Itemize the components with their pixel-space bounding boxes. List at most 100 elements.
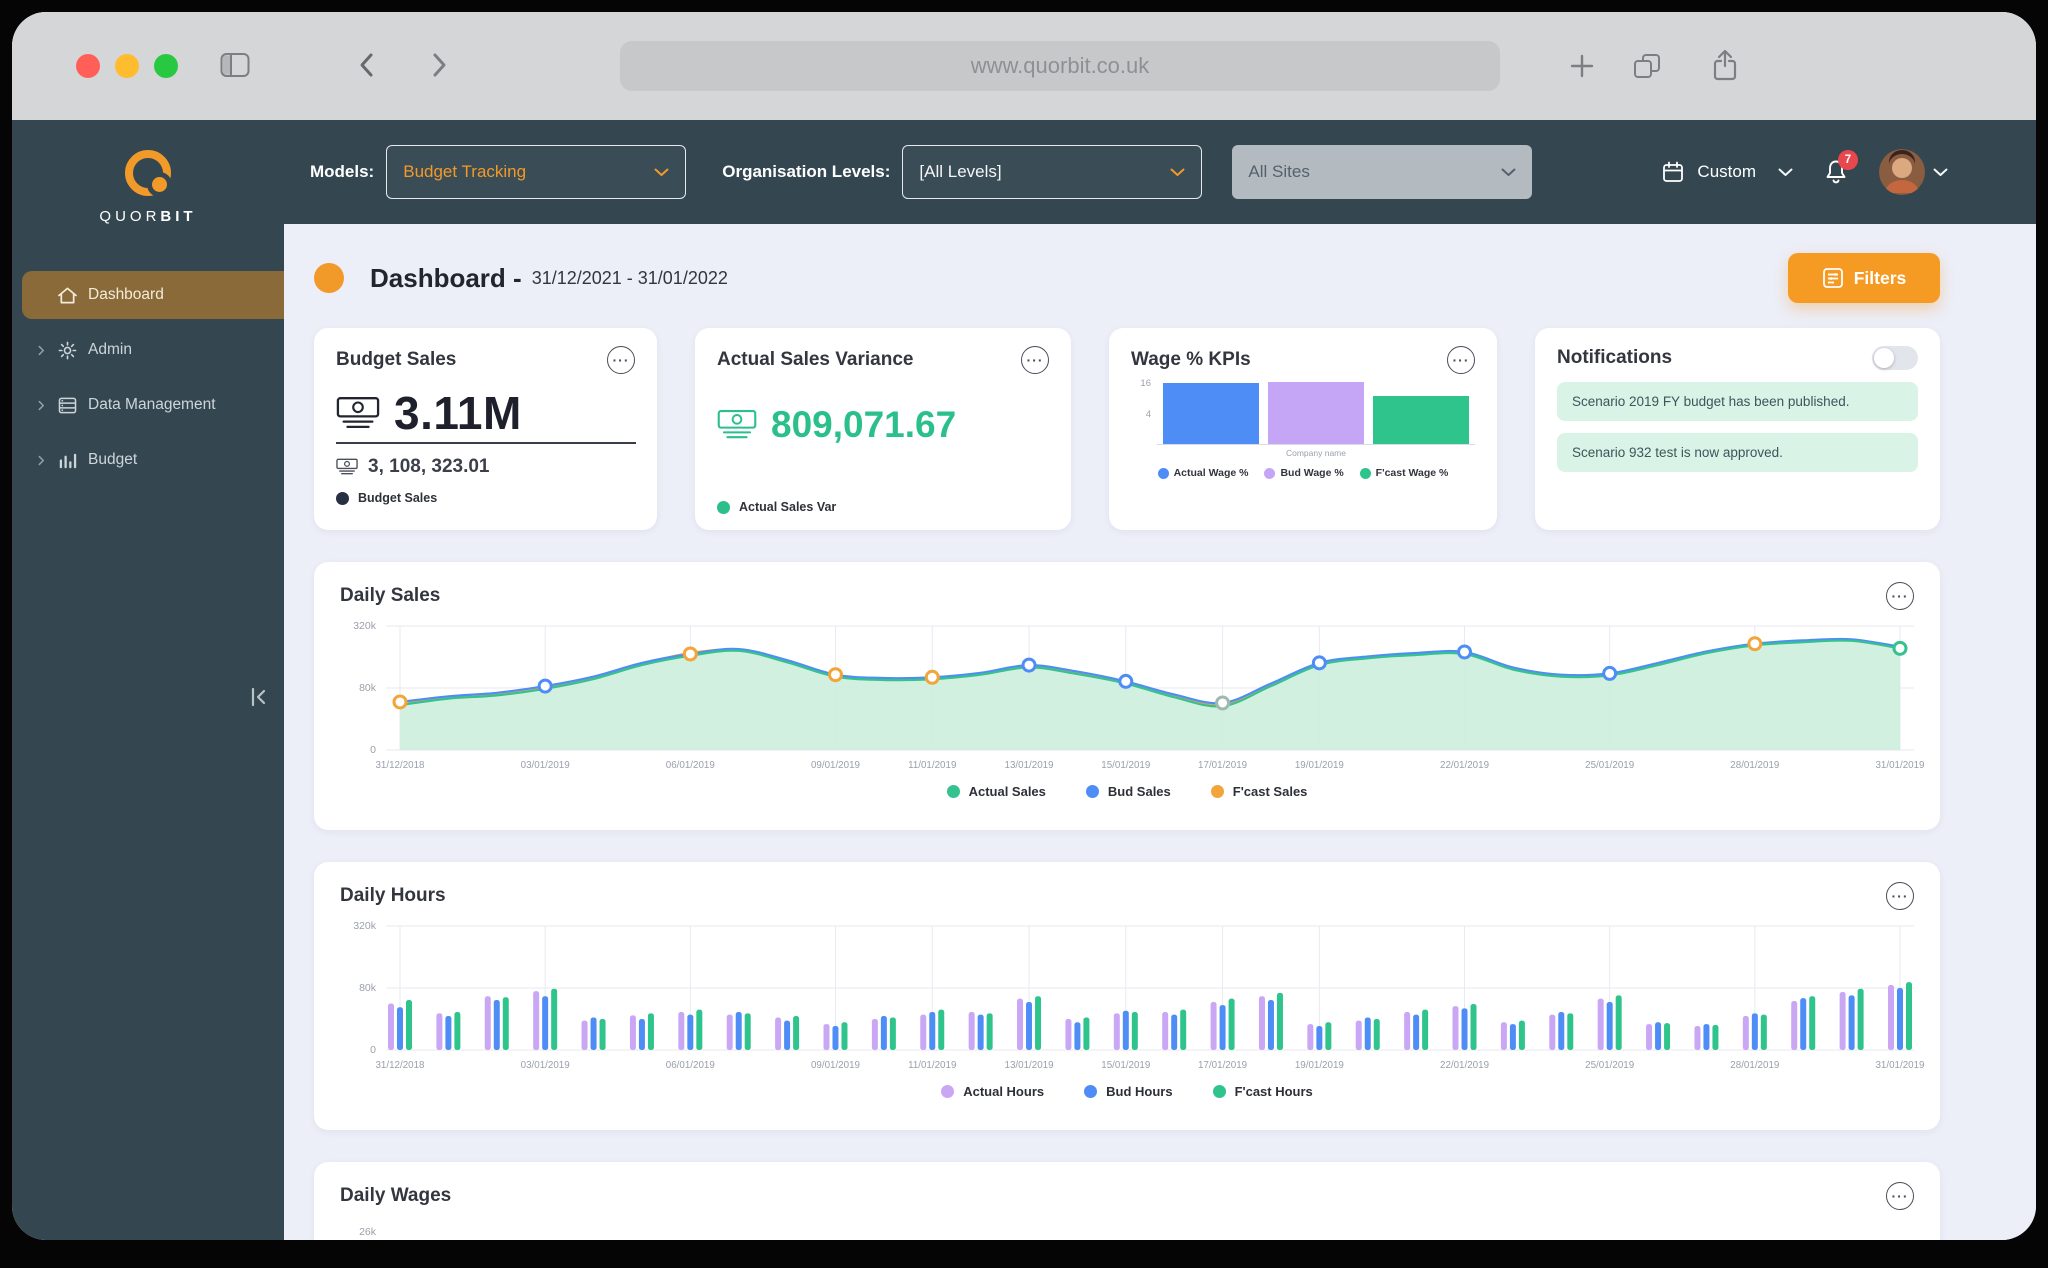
date-range-label: Custom bbox=[1697, 162, 1756, 182]
sites-select[interactable]: All Sites bbox=[1232, 145, 1532, 199]
legend-dot bbox=[1084, 1085, 1097, 1098]
close-window-button[interactable] bbox=[76, 54, 100, 78]
card-menu-icon[interactable]: ··· bbox=[1886, 582, 1914, 610]
card-menu-icon[interactable]: ··· bbox=[1447, 346, 1475, 374]
card-menu-icon[interactable]: ··· bbox=[1886, 1182, 1914, 1210]
card-menu-icon[interactable]: ··· bbox=[1886, 882, 1914, 910]
wage-bars bbox=[1157, 382, 1475, 445]
share-icon[interactable] bbox=[1712, 48, 1738, 87]
budget-sales-value: 3.11M bbox=[394, 386, 522, 440]
daily-sales-card: Daily Sales ··· 320k80k0 31/12/201803/01… bbox=[314, 562, 1940, 830]
gear-icon bbox=[56, 341, 78, 360]
org-levels-select[interactable]: [All Levels] bbox=[902, 145, 1202, 199]
legend-dot bbox=[336, 492, 349, 505]
wage-bar bbox=[1163, 383, 1259, 444]
sidebar-item-label: Admin bbox=[88, 341, 132, 359]
daily-hours-card: Daily Hours ··· 320k80k0 31/12/201803/01… bbox=[314, 862, 1940, 1130]
legend-dot bbox=[947, 785, 960, 798]
collapse-sidebar-icon[interactable] bbox=[248, 686, 270, 713]
divider bbox=[336, 442, 636, 444]
legend-label: F'cast Hours bbox=[1235, 1084, 1313, 1099]
legend-label: Budget Sales bbox=[358, 491, 437, 505]
legend-label: Bud Hours bbox=[1106, 1084, 1172, 1099]
dashboard-content: Dashboard - 31/12/2021 - 31/01/2022 Filt… bbox=[284, 224, 2036, 1240]
notification-item: Scenario 2019 FY budget has been publish… bbox=[1557, 382, 1918, 421]
sidebar-item-label: Dashboard bbox=[88, 286, 164, 304]
daily-sales-legend: Actual Sales Bud Sales F'cast Sales bbox=[340, 784, 1914, 799]
sidebar-item-dashboard[interactable]: Dashboard bbox=[22, 271, 284, 319]
money-stack-icon bbox=[336, 396, 380, 431]
sidebar-item-label: Data Management bbox=[88, 396, 216, 414]
card-menu-icon[interactable]: ··· bbox=[607, 346, 635, 374]
chevron-down-icon bbox=[1933, 168, 1948, 177]
budget-sales-detail: 3, 108, 323.01 bbox=[368, 456, 490, 478]
page-title: Dashboard - bbox=[370, 263, 522, 294]
models-select[interactable]: Budget Tracking bbox=[386, 145, 686, 199]
variance-value: 809,071.67 bbox=[771, 404, 956, 446]
wage-kpis-card: Wage % KPIs ··· 164 Company name Actual … bbox=[1109, 328, 1497, 530]
card-menu-icon[interactable]: ··· bbox=[1021, 346, 1049, 374]
legend-dot bbox=[1211, 785, 1224, 798]
user-menu[interactable] bbox=[1879, 149, 1948, 195]
page-date-range: 31/12/2021 - 31/01/2022 bbox=[532, 268, 728, 289]
legend-dot bbox=[941, 1085, 954, 1098]
legend-label: Actual Sales bbox=[969, 784, 1046, 799]
card-title: Daily Wages bbox=[340, 1185, 451, 1207]
card-title: Wage % KPIs bbox=[1131, 349, 1251, 371]
actual-sales-variance-card: Actual Sales Variance ··· 809,071.67 Act… bbox=[695, 328, 1071, 530]
zoom-window-button[interactable] bbox=[154, 54, 178, 78]
budget-sales-card: Budget Sales ··· 3.11M bbox=[314, 328, 657, 530]
sidebar: QUORBIT Dashboard Admin bbox=[12, 120, 284, 1240]
daily-wages-card: Daily Wages ··· 26k bbox=[314, 1162, 1940, 1240]
y-axis-labels: 320k80k0 bbox=[340, 918, 386, 1076]
wage-bar bbox=[1268, 382, 1364, 444]
minimize-window-button[interactable] bbox=[115, 54, 139, 78]
address-bar[interactable]: www.quorbit.co.uk bbox=[620, 41, 1500, 91]
wage-kpis-chart: 164 bbox=[1131, 382, 1475, 445]
x-axis-labels: 31/12/201803/01/201906/01/201909/01/2019… bbox=[386, 760, 1914, 776]
card-title: Budget Sales bbox=[336, 349, 456, 371]
legend-dot bbox=[1158, 468, 1169, 479]
chevron-right-icon bbox=[38, 455, 46, 466]
org-levels-label: Organisation Levels: bbox=[722, 162, 890, 182]
calendar-icon bbox=[1661, 160, 1685, 184]
bar-chart-icon bbox=[56, 452, 78, 469]
notification-count-badge: 7 bbox=[1838, 150, 1858, 170]
notifications-toggle[interactable] bbox=[1872, 346, 1918, 370]
sidebar-item-data-management[interactable]: Data Management bbox=[12, 381, 284, 429]
legend-label: F'cast Sales bbox=[1233, 784, 1308, 799]
url-text: www.quorbit.co.uk bbox=[971, 53, 1150, 79]
quorbit-logo-text: QUORBIT bbox=[99, 208, 196, 225]
legend-dot bbox=[1213, 1085, 1226, 1098]
new-tab-button[interactable] bbox=[1568, 52, 1596, 85]
legend-dot bbox=[1360, 468, 1371, 479]
chevron-right-icon bbox=[38, 400, 46, 411]
x-axis-labels: 31/12/201803/01/201906/01/201909/01/2019… bbox=[386, 1060, 1914, 1076]
notifications-bell-icon[interactable]: 7 bbox=[1823, 158, 1849, 186]
daily-sales-plot bbox=[386, 618, 1914, 758]
card-title: Daily Sales bbox=[340, 585, 440, 607]
daily-hours-plot bbox=[386, 918, 1914, 1058]
browser-sidebar-toggle-icon[interactable] bbox=[220, 52, 250, 83]
toggle-knob bbox=[1874, 348, 1894, 368]
back-button[interactable] bbox=[356, 50, 378, 85]
tab-overview-icon[interactable] bbox=[1632, 52, 1662, 85]
card-title: Daily Hours bbox=[340, 885, 446, 907]
legend-label: Actual Hours bbox=[963, 1084, 1044, 1099]
sidebar-item-label: Budget bbox=[88, 451, 137, 469]
legend-label: Bud Wage % bbox=[1280, 467, 1343, 479]
page-header: Dashboard - 31/12/2021 - 31/01/2022 Filt… bbox=[314, 250, 1940, 306]
wage-y-axis: 164 bbox=[1131, 382, 1157, 445]
card-title: Actual Sales Variance bbox=[717, 349, 913, 371]
forward-button[interactable] bbox=[428, 50, 450, 85]
legend-label: Actual Sales Var bbox=[739, 500, 836, 514]
legend-label: F'cast Wage % bbox=[1376, 467, 1449, 479]
date-range-picker[interactable]: Custom bbox=[1661, 160, 1793, 184]
models-label: Models: bbox=[310, 162, 374, 182]
sidebar-item-budget[interactable]: Budget bbox=[12, 436, 284, 484]
kpi-card-row: Budget Sales ··· 3.11M bbox=[314, 328, 1940, 530]
filters-button[interactable]: Filters bbox=[1788, 253, 1940, 303]
avatar bbox=[1879, 149, 1925, 195]
sidebar-item-admin[interactable]: Admin bbox=[12, 326, 284, 374]
y-axis-labels: 320k80k0 bbox=[340, 618, 386, 776]
